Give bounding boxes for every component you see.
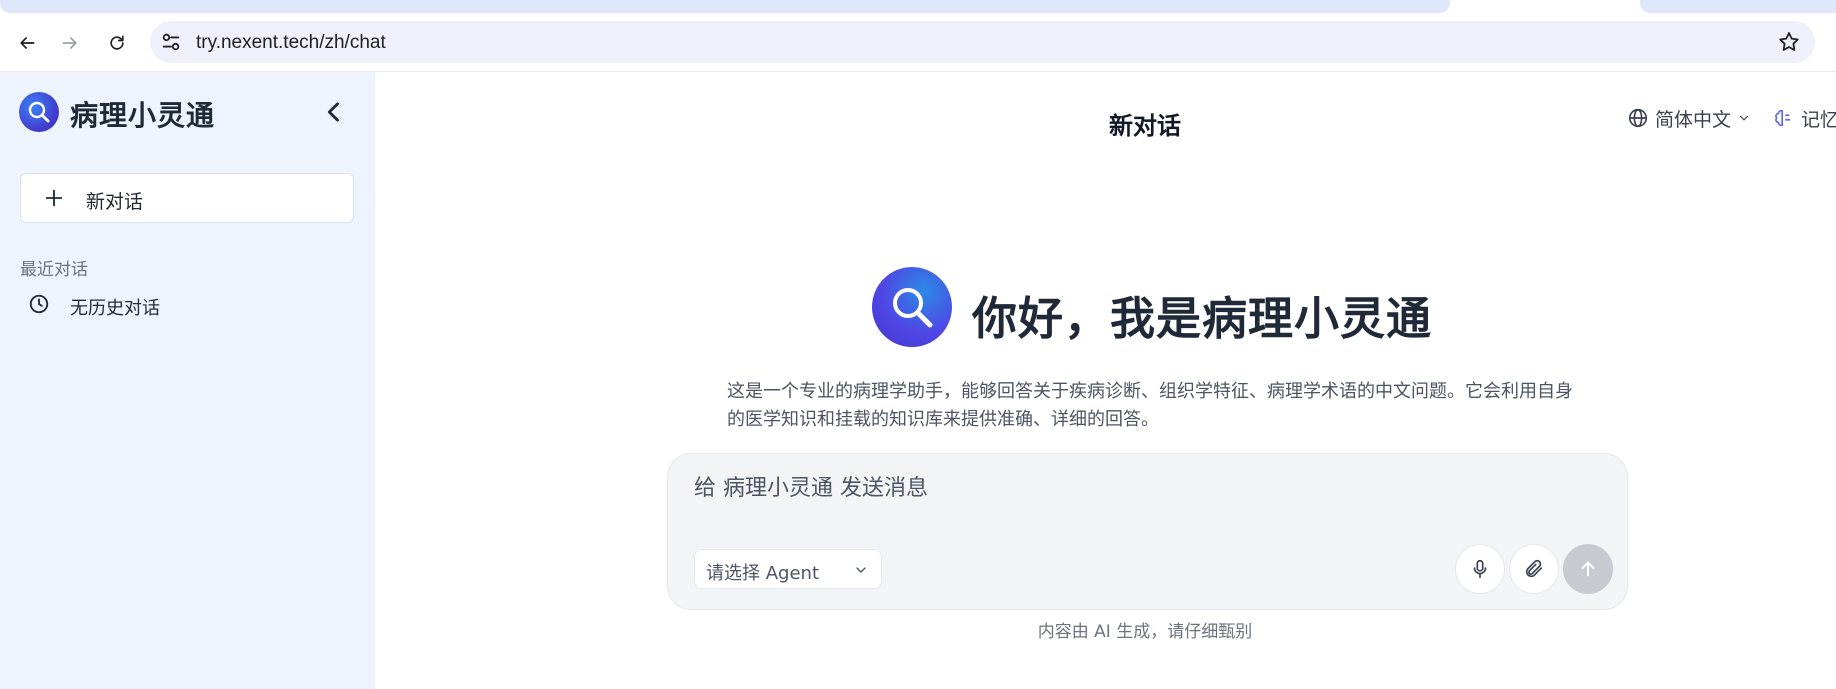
app-brand-name: 病理小灵通 [70,99,216,132]
new-chat-button[interactable]: 新对话 [20,173,354,223]
recent-chats-heading: 最近对话 [20,260,88,280]
globe-icon [1628,108,1648,128]
history-item-label: 无历史对话 [70,298,160,319]
arrow-right-icon [62,37,77,49]
url-text[interactable]: try.nexent.tech/zh/chat [196,32,386,54]
clock-icon [29,294,49,314]
agent-select-label: 请选择 Agent [706,563,820,584]
tab-strip [0,0,1836,14]
browser-toolbar: try.nexent.tech/zh/chat [0,14,1836,72]
language-label: 简体中文 [1655,108,1732,131]
chevron-down-icon [856,567,866,573]
memory-label: 记忆 [1801,108,1836,131]
inactive-tab[interactable] [1640,0,1836,13]
sidebar: 病理小灵通 新对话 最近对话 无历史对话 [0,72,375,689]
send-button[interactable] [1563,544,1613,594]
brain-icon [1775,109,1791,127]
forward-button[interactable] [55,28,85,58]
arrow-up-icon [1581,561,1595,577]
voice-input-button[interactable] [1455,544,1505,594]
hero-greeting: 你好，我是病理小灵通 [972,292,1433,345]
collapse-sidebar-icon[interactable] [320,98,348,126]
reload-button[interactable] [102,28,132,58]
magnifier-icon [28,101,50,123]
back-button[interactable] [12,28,42,58]
message-input[interactable] [694,468,1594,508]
history-empty-item: 无历史对话 [20,285,354,321]
site-settings-icon[interactable] [160,31,182,53]
new-chat-label: 新对话 [86,191,144,213]
chevron-down-icon [1739,115,1749,121]
hero-description: 这是一个专业的病理学助手，能够回答关于疾病诊断、组织学特征、病理学术语的中文问题… [727,381,1573,430]
hero-logo [872,267,952,347]
message-composer: 请选择 Agent [667,453,1628,610]
reload-icon [110,35,124,50]
page-title: 新对话 [1109,112,1181,140]
attach-file-button[interactable] [1509,544,1559,594]
arrow-left-icon [20,37,35,49]
magnifier-icon [893,288,933,328]
agent-select[interactable]: 请选择 Agent [694,549,882,589]
app-logo [19,92,59,132]
memory-button[interactable]: 记忆 [1773,104,1836,132]
language-selector[interactable]: 简体中文 [1627,104,1751,132]
address-bar[interactable]: try.nexent.tech/zh/chat [150,21,1815,63]
plus-icon [45,189,63,207]
chat-main: 新对话 简体中文 记忆 你好，我是病理小灵通 这是一个专业的病理学助手，能够回答… [375,72,1836,689]
paperclip-icon [1525,559,1543,578]
microphone-icon [1473,559,1487,579]
ai-disclaimer: 内容由 AI 生成，请仔细甄别 [1037,622,1253,642]
active-tab[interactable] [0,0,1450,13]
bookmark-star-icon[interactable] [1777,30,1801,54]
